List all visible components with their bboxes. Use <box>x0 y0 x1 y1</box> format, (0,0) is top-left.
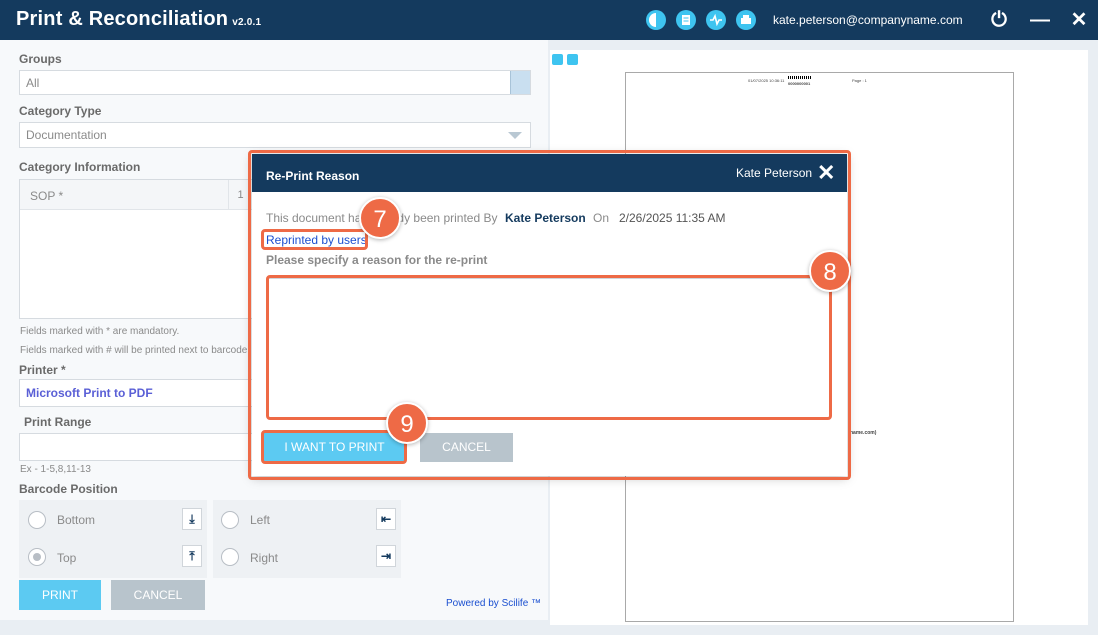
minimize-button[interactable]: — <box>1027 7 1053 33</box>
document-icon[interactable] <box>676 10 696 30</box>
category-type-label: Category Type <box>19 104 102 118</box>
groups-label: Groups <box>19 52 62 66</box>
arrow-up-bar-icon: ⤒ <box>182 545 202 567</box>
barcode-note: Fields marked with # will be printed nex… <box>20 345 248 356</box>
preview-page-number: Page : 1 <box>852 78 867 83</box>
sop-label: SOP * <box>30 189 64 203</box>
step-9-badge: 9 <box>386 402 428 444</box>
app-title-text: Print & Reconciliation <box>16 8 229 30</box>
arrow-left-bar-icon: ⇤ <box>376 508 396 530</box>
radio-top[interactable] <box>28 548 46 566</box>
category-info-label: Category Information <box>19 160 141 174</box>
reprinted-link-highlight <box>261 229 368 250</box>
arrow-down-bar-icon: ⤓ <box>182 508 202 530</box>
preview-barcode-number: 0000000001 <box>788 81 811 86</box>
category-type-value: Documentation <box>26 128 107 142</box>
title-bar: Print & Reconciliation v2.0.1 kate.peters… <box>0 0 1098 40</box>
activity-icon[interactable] <box>706 10 726 30</box>
groups-dropdown-button[interactable] <box>510 71 530 94</box>
print-button-highlight <box>261 430 407 464</box>
radio-left[interactable] <box>221 511 239 529</box>
printer-select[interactable]: Microsoft Print to PDF <box>19 379 255 407</box>
position-top-label: Top <box>57 551 77 565</box>
position-left-label: Left <box>250 513 271 527</box>
category-type-select[interactable]: Documentation <box>19 122 531 148</box>
position-right-label: Right <box>250 551 279 565</box>
printer-label: Printer * <box>19 363 66 377</box>
mandatory-note: Fields marked with * are mandatory. <box>20 326 180 337</box>
print-range-input[interactable] <box>19 433 255 461</box>
step-8-badge: 8 <box>809 250 851 292</box>
radio-right[interactable] <box>221 548 239 566</box>
printer-value: Microsoft Print to PDF <box>26 386 153 400</box>
power-icon[interactable]: ⏻ <box>986 7 1012 33</box>
position-left-option[interactable] <box>213 500 401 540</box>
powered-by-link[interactable]: Powered by Scilife ™ <box>446 598 541 609</box>
preview-date: 01/07/2025 10:36:11 <box>748 78 785 83</box>
arrow-right-bar-icon: ⇥ <box>376 545 396 567</box>
chevron-down-icon[interactable] <box>508 132 522 139</box>
preview-email-fragment: name.com) <box>850 430 877 436</box>
radio-bottom[interactable] <box>28 511 46 529</box>
reason-highlight <box>266 275 832 420</box>
preview-barcode-graphic <box>788 76 812 79</box>
step-7-badge: 7 <box>359 197 401 239</box>
close-window-button[interactable]: ✕ <box>1066 7 1092 33</box>
app-title: Print & Reconciliation v2.0.1 <box>16 8 261 31</box>
barcode-position-label: Barcode Position <box>19 482 118 496</box>
app-version: v2.0.1 <box>232 17 262 28</box>
print-range-hint: Ex - 1-5,8,11-13 <box>20 464 91 475</box>
position-bottom-label: Bottom <box>57 513 96 527</box>
theme-icon[interactable] <box>646 10 666 30</box>
user-email: kate.peterson@companyname.com <box>773 13 963 27</box>
zoom-out-icon[interactable] <box>567 54 578 65</box>
position-top-option[interactable] <box>19 538 207 578</box>
position-right-option[interactable] <box>213 538 401 578</box>
groups-select[interactable]: All <box>19 70 531 95</box>
cancel-button[interactable]: CANCEL <box>111 580 205 610</box>
groups-value: All <box>26 76 40 90</box>
zoom-in-icon[interactable] <box>552 54 563 65</box>
position-bottom-option[interactable] <box>19 500 207 540</box>
print-range-label: Print Range <box>24 415 92 429</box>
printer-icon[interactable] <box>736 10 756 30</box>
print-button[interactable]: PRINT <box>19 580 101 610</box>
